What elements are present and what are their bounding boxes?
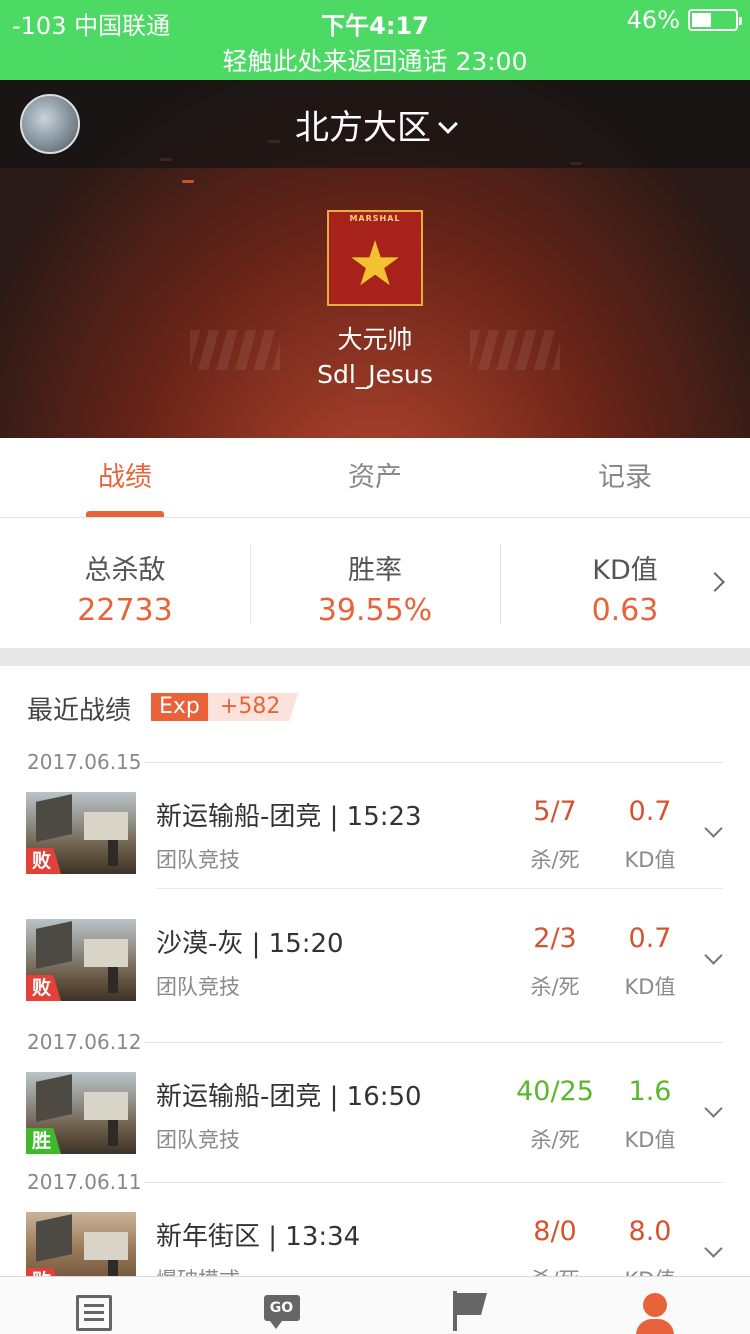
date-divider [145, 762, 723, 763]
user-icon [642, 1293, 667, 1317]
player-name: Sdl_Jesus [317, 360, 433, 389]
status-right: 46% [626, 6, 742, 34]
nav-chat[interactable]: GO [188, 1277, 376, 1334]
stat-label: 总杀敌 [84, 555, 166, 586]
match-mode: 团队竞技 [156, 848, 240, 872]
stats-summary[interactable]: 总杀敌 22733 胜率 39.55% KD值 0.63 [0, 518, 750, 648]
flag-icon [453, 1291, 457, 1331]
match-date: 2017.06.15 [27, 750, 142, 774]
kill-death: 8/0 [533, 1216, 577, 1247]
kill-death: 5/7 [533, 796, 577, 827]
go-chat-icon: GO [263, 1295, 300, 1329]
kd-ratio: 1.6 [628, 1076, 672, 1107]
map-thumbnail: 胜 [26, 1072, 136, 1154]
kill-death-label: 杀/死 [530, 848, 580, 872]
match-row[interactable]: 胜 新运输船-团竞 | 16:50 团队竞技 40/25 杀/死 1.6 KD值 [0, 1072, 750, 1162]
kd-ratio-label: KD值 [624, 975, 676, 999]
match-title: 沙漠-灰 | 15:20 [156, 929, 344, 959]
kd-ratio-label: KD值 [624, 1128, 676, 1152]
chevron-down-icon [438, 114, 458, 134]
stat-value: 22733 [77, 593, 173, 628]
chevron-down-icon[interactable] [704, 1239, 723, 1258]
map-thumbnail: 败 [26, 792, 136, 874]
stat-total-kills: 总杀敌 22733 [0, 518, 250, 648]
nav-flag[interactable] [375, 1277, 563, 1334]
kill-death: 2/3 [533, 923, 577, 954]
match-mode: 团队竞技 [156, 975, 240, 999]
news-icon [76, 1295, 112, 1331]
date-divider [145, 1042, 723, 1043]
top-bar: 北方大区 [0, 80, 750, 168]
section-divider [0, 648, 750, 666]
spark-decoration [182, 180, 194, 183]
chevron-down-icon[interactable] [704, 946, 723, 965]
kd-ratio: 8.0 [628, 1216, 672, 1247]
match-mode: 团队竞技 [156, 1128, 240, 1152]
star-icon: ★ [347, 227, 403, 300]
kd-ratio-label: KD值 [624, 848, 676, 872]
stat-value: 0.63 [591, 593, 659, 628]
tab-bar: 战绩 资产 记录 [0, 438, 750, 518]
profile-header: 北方大区 MARSHAL ★ 大元帅 Sdl_Jesus [0, 80, 750, 438]
tab-stats[interactable]: 战绩 [0, 438, 250, 517]
match-row[interactable]: 败 沙漠-灰 | 15:20 团队竞技 2/3 杀/死 0.7 KD值 [0, 919, 750, 1009]
battery-fill [692, 13, 711, 27]
exp-value: +582 [207, 693, 299, 721]
nav-profile[interactable] [563, 1277, 750, 1334]
stat-win-rate: 胜率 39.55% [250, 518, 500, 648]
kill-death-label: 杀/死 [530, 975, 580, 999]
date-divider [145, 1182, 723, 1183]
match-row[interactable]: 败 新运输船-团竞 | 15:23 团队竞技 5/7 杀/死 0.7 KD值 [0, 792, 750, 882]
battery-percent: 46% [626, 6, 680, 34]
region-label: 北方大区 [295, 108, 431, 148]
exp-label: Exp [151, 693, 208, 721]
rank-badge: MARSHAL ★ [327, 210, 423, 306]
match-title: 新运输船-团竞 | 16:50 [156, 1082, 422, 1112]
kd-ratio: 0.7 [628, 796, 672, 827]
region-selector[interactable]: 北方大区 [0, 100, 750, 149]
battery-icon [688, 9, 742, 31]
tab-assets[interactable]: 资产 [250, 438, 500, 517]
match-title: 新运输船-团竞 | 15:23 [156, 802, 422, 832]
status-bar: -103 中国联通 下午4:17 46% 轻触此处来返回通话 23:00 [0, 0, 750, 80]
bottom-nav: GO [0, 1276, 750, 1334]
stat-value: 39.55% [317, 593, 433, 628]
chevron-down-icon[interactable] [704, 1099, 723, 1118]
kill-death-label: 杀/死 [530, 1128, 580, 1152]
return-to-call-banner[interactable]: 轻触此处来返回通话 23:00 [0, 42, 750, 78]
row-divider [156, 888, 723, 889]
result-badge: 败 [26, 848, 62, 874]
match-date: 2017.06.11 [27, 1170, 142, 1194]
stat-label: 胜率 [348, 555, 402, 586]
user-icon-body [635, 1319, 674, 1334]
result-badge: 败 [26, 975, 62, 1001]
chevron-down-icon[interactable] [704, 819, 723, 838]
match-title: 新年街区 | 13:34 [156, 1222, 361, 1252]
rank-name: 大元帅 [337, 325, 413, 354]
exp-badge: Exp +582 [151, 693, 299, 721]
recent-matches-title: 最近战绩 [27, 696, 132, 726]
tab-records[interactable]: 记录 [500, 438, 750, 517]
result-badge: 胜 [26, 1128, 62, 1154]
nav-news[interactable] [0, 1277, 188, 1334]
rank-badge-text: MARSHAL [349, 214, 401, 223]
kill-death: 40/25 [516, 1076, 594, 1107]
map-thumbnail: 败 [26, 919, 136, 1001]
kd-ratio: 0.7 [628, 923, 672, 954]
match-date: 2017.06.12 [27, 1030, 142, 1054]
